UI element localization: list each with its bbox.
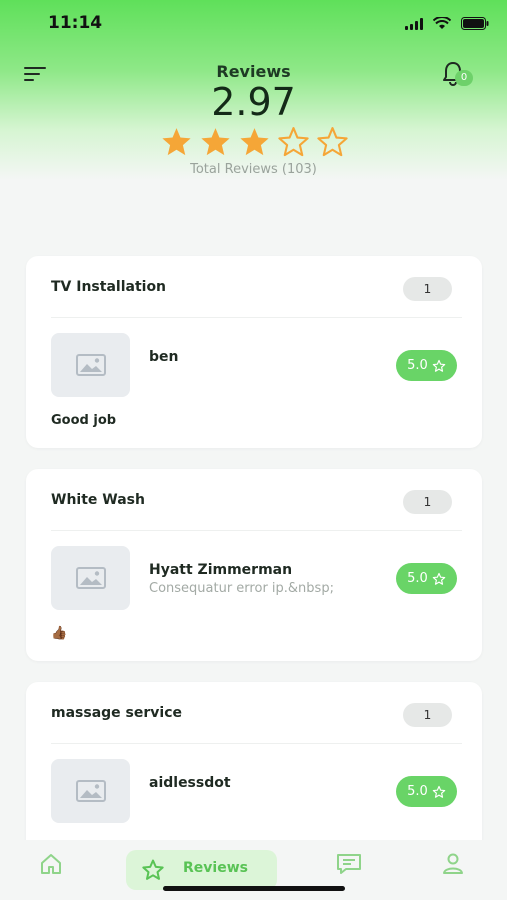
review-count-badge: 1: [403, 703, 452, 727]
battery-icon: [461, 15, 489, 34]
star-outline-icon: [432, 572, 446, 585]
wifi-icon: [432, 15, 452, 34]
service-name: TV Installation: [51, 279, 167, 295]
signal-icon: [405, 15, 423, 34]
rating-pill: 5.0: [396, 776, 457, 807]
review-count-badge: 1: [403, 277, 452, 301]
status-icons: [405, 15, 489, 34]
review-count-badge: 1: [403, 490, 452, 514]
star-outline-icon: [432, 785, 446, 798]
message-icon: [337, 854, 361, 874]
nav-home[interactable]: [39, 852, 63, 880]
reviewer-avatar: [51, 759, 130, 823]
image-placeholder-icon: [75, 780, 106, 802]
review-card: White Wash 1 Hyatt Zimmerman Consequatur…: [26, 469, 482, 661]
rating-stars: [160, 126, 349, 159]
divider: [51, 743, 462, 744]
reviewer-name: Hyatt Zimmerman: [149, 562, 293, 578]
star-empty-icon: [317, 127, 348, 157]
reviewer-subtitle: Consequatur error ip.&nbsp;: [149, 581, 334, 596]
reviewer-name: ben: [149, 349, 179, 365]
status-time: 11:14: [48, 13, 103, 33]
reviewer-avatar: [51, 546, 130, 610]
star-outline-icon: [432, 359, 446, 372]
rating-value: 5.0: [407, 784, 428, 799]
home-indicator: [163, 886, 345, 891]
divider: [51, 317, 462, 318]
review-comment: 👍🏾: [51, 626, 68, 641]
nav-reviews[interactable]: Reviews: [126, 850, 277, 890]
service-name: massage service: [51, 705, 182, 721]
nav-profile[interactable]: [442, 852, 464, 880]
average-rating: 2.97: [211, 80, 296, 124]
star-empty-icon: [278, 127, 309, 157]
total-reviews: Total Reviews (103): [190, 162, 317, 177]
star-full-icon: [201, 128, 230, 156]
reviewer-name: aidlessdot: [149, 775, 231, 791]
rating-value: 5.0: [407, 358, 428, 373]
status-bar: 11:14: [0, 0, 507, 44]
rating-pill: 5.0: [396, 563, 457, 594]
nav-messages[interactable]: [336, 852, 362, 880]
star-icon: [142, 859, 164, 880]
page-title: Reviews: [216, 62, 291, 81]
reviewer-avatar: [51, 333, 130, 397]
divider: [51, 530, 462, 531]
star-full-icon: [162, 128, 191, 156]
rating-pill: 5.0: [396, 350, 457, 381]
review-comment: Good job: [51, 413, 117, 428]
service-name: White Wash: [51, 492, 145, 508]
image-placeholder-icon: [75, 354, 106, 376]
rating-value: 5.0: [407, 571, 428, 586]
star-full-icon: [240, 128, 269, 156]
image-placeholder-icon: [75, 567, 106, 589]
home-icon: [41, 854, 61, 874]
review-card: TV Installation 1 ben 5.0 Good job: [26, 256, 482, 448]
user-icon: [443, 853, 463, 874]
nav-reviews-label: Reviews: [183, 860, 248, 876]
